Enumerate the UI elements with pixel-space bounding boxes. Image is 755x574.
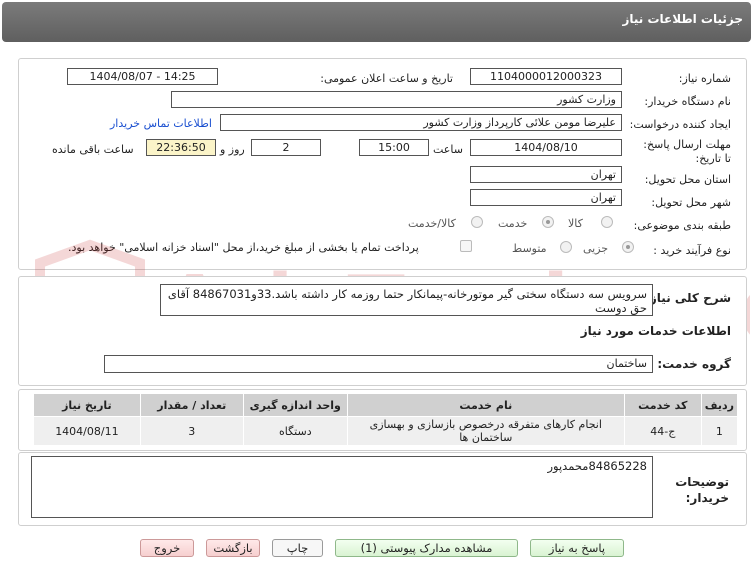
col-unit: واحد اندازه گیری — [242, 393, 348, 417]
services-table: ردیف کد خدمت نام خدمت واحد اندازه گیری ت… — [33, 393, 739, 446]
announce-datetime-label: تاریخ و ساعت اعلان عمومی: — [320, 72, 453, 85]
province-label: استان محل تحویل: — [644, 173, 731, 186]
view-attachments-button[interactable]: مشاهده مدارک پیوستی (1) — [335, 539, 518, 557]
cell-row: 1 — [700, 416, 739, 446]
deadline-date-field: 1404/08/10 — [470, 139, 622, 156]
col-name: نام خدمت — [346, 393, 625, 417]
process-label: نوع فرآیند خرید : — [653, 244, 731, 257]
reply-button[interactable]: پاسخ به نیاز — [530, 539, 624, 557]
payment-note: پرداخت تمام یا بخشی از مبلغ خرید،از محل … — [68, 241, 419, 254]
buyer-notes-textarea[interactable]: 84865228محمدپور — [31, 456, 653, 518]
buyer-notes-label: توضیحات خریدار: — [659, 474, 729, 506]
announce-datetime-field: 1404/08/07 - 14:25 — [67, 68, 218, 85]
cell-name: انجام کارهای متفرقه درخصوص بازسازی و بهس… — [346, 416, 625, 446]
buyer-notes-label-text: توضیحات خریدار: — [675, 475, 729, 505]
requester-field: علیرضا مومن علائی کارپرداز وزارت کشور — [220, 114, 622, 131]
days-label: روز و — [220, 143, 245, 156]
process-radio-minor[interactable] — [622, 241, 634, 253]
city-label: شهر محل تحویل: — [651, 196, 731, 209]
deadline-label: مهلت ارسال پاسخ: تا تاریخ: — [639, 138, 731, 166]
col-date: تاریخ نیاز — [33, 393, 141, 417]
category-option-goods: کالا — [568, 217, 583, 230]
requester-label: ایجاد کننده درخواست: — [629, 118, 731, 131]
col-code: کد خدمت — [623, 393, 702, 417]
back-button[interactable]: بازگشت — [206, 539, 260, 557]
category-radio-goods[interactable] — [601, 216, 613, 228]
service-group-field: ساختمان — [104, 355, 653, 373]
remaining-time-field: 22:36:50 — [146, 139, 216, 156]
process-option-medium: متوسط — [512, 242, 547, 255]
need-number-field: 1104000012000323 — [470, 68, 622, 85]
need-number-label: شماره نیاز: — [678, 72, 731, 85]
buyer-org-label: نام دستگاه خریدار: — [644, 95, 731, 108]
table-row: 1 ج-44 انجام کارهای متفرقه درخصوص بازساز… — [33, 416, 739, 446]
print-button[interactable]: چاپ — [272, 539, 323, 557]
description-textarea[interactable]: سرویس سه دستگاه سختی گیر موتورخانه-پیمان… — [160, 284, 653, 316]
category-radio-goods-service[interactable] — [471, 216, 483, 228]
exit-button[interactable]: خروج — [140, 539, 194, 557]
province-field: تهران — [470, 166, 622, 183]
remaining-label: ساعت باقی مانده — [52, 143, 134, 156]
cell-qty: 3 — [139, 416, 244, 446]
service-group-label: گروه خدمت: — [657, 357, 731, 371]
info-panel — [18, 58, 747, 270]
deadline-time-field: 15:00 — [359, 139, 429, 156]
deadline-label-text: مهلت ارسال پاسخ: تا تاریخ: — [643, 138, 731, 165]
days-field: 2 — [251, 139, 321, 156]
process-option-minor: جزیی — [583, 242, 609, 255]
contact-info-link[interactable]: اطلاعات تماس خریدار — [110, 117, 212, 130]
buyer-org-field: وزارت کشور — [171, 91, 622, 108]
treasury-payment-checkbox[interactable] — [460, 240, 472, 252]
category-option-service: خدمت — [498, 217, 528, 230]
col-row: ردیف — [700, 393, 739, 417]
page-title: جزئیات اطلاعات نیاز — [622, 12, 743, 26]
services-section-title: اطلاعات خدمات مورد نیاز — [580, 324, 731, 338]
process-radio-medium[interactable] — [560, 241, 572, 253]
cell-unit: دستگاه — [242, 416, 348, 446]
col-qty: تعداد / مقدار — [139, 393, 244, 417]
category-label: طبقه بندی موضوعی: — [633, 219, 731, 232]
services-table-header: ردیف کد خدمت نام خدمت واحد اندازه گیری ت… — [33, 393, 739, 417]
city-field: تهران — [470, 189, 622, 206]
description-label: شرح کلی نیاز: — [645, 291, 731, 305]
deadline-time-label: ساعت — [433, 143, 463, 156]
cell-code: ج-44 — [623, 416, 702, 446]
cell-date: 1404/08/11 — [33, 416, 141, 446]
category-option-goods-service: کالا/خدمت — [408, 217, 456, 230]
category-radio-service[interactable] — [542, 216, 554, 228]
